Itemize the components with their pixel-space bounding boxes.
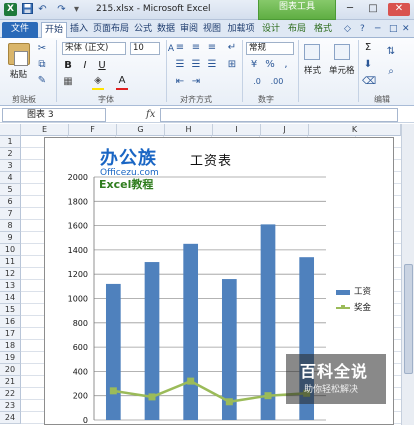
y-tick-label: 600 — [73, 343, 88, 352]
y-tick-label: 400 — [73, 367, 88, 376]
point-bonus — [225, 398, 233, 406]
legend-label-bonus: 奖金 — [354, 303, 372, 313]
point-bonus — [109, 387, 117, 395]
legend-label-wage: 工资 — [354, 287, 372, 297]
y-tick-label: 1400 — [68, 246, 88, 255]
point-bonus — [187, 377, 195, 385]
legend-item-bonus: 奖金 — [336, 300, 371, 316]
point-bonus — [148, 393, 156, 401]
y-tick-label: 1000 — [68, 295, 88, 304]
y-tick-label: 1800 — [68, 197, 88, 206]
legend-swatch-bonus — [336, 305, 350, 309]
y-tick-label: 200 — [73, 392, 88, 401]
y-tick-label: 800 — [73, 319, 88, 328]
y-tick-label: 0 — [83, 416, 88, 425]
legend-swatch-wage — [336, 290, 350, 295]
line-bonus — [113, 379, 307, 404]
point-bonus — [264, 392, 272, 400]
legend-item-wage: 工资 — [336, 284, 371, 300]
chart-legend[interactable]: 工资 奖金 — [336, 284, 371, 316]
bar-wage — [260, 224, 276, 420]
bar-wage — [183, 243, 199, 420]
bar-wage — [105, 283, 121, 420]
y-tick-label: 2000 — [68, 173, 88, 182]
watermark-title: 百科全说 — [300, 362, 369, 381]
watermark: 百科全说 助你轻松解决 — [286, 354, 386, 404]
y-tick-label: 1600 — [68, 222, 88, 231]
y-tick-label: 1200 — [68, 270, 88, 279]
watermark-subtitle: 助你轻松解决 — [304, 385, 359, 395]
